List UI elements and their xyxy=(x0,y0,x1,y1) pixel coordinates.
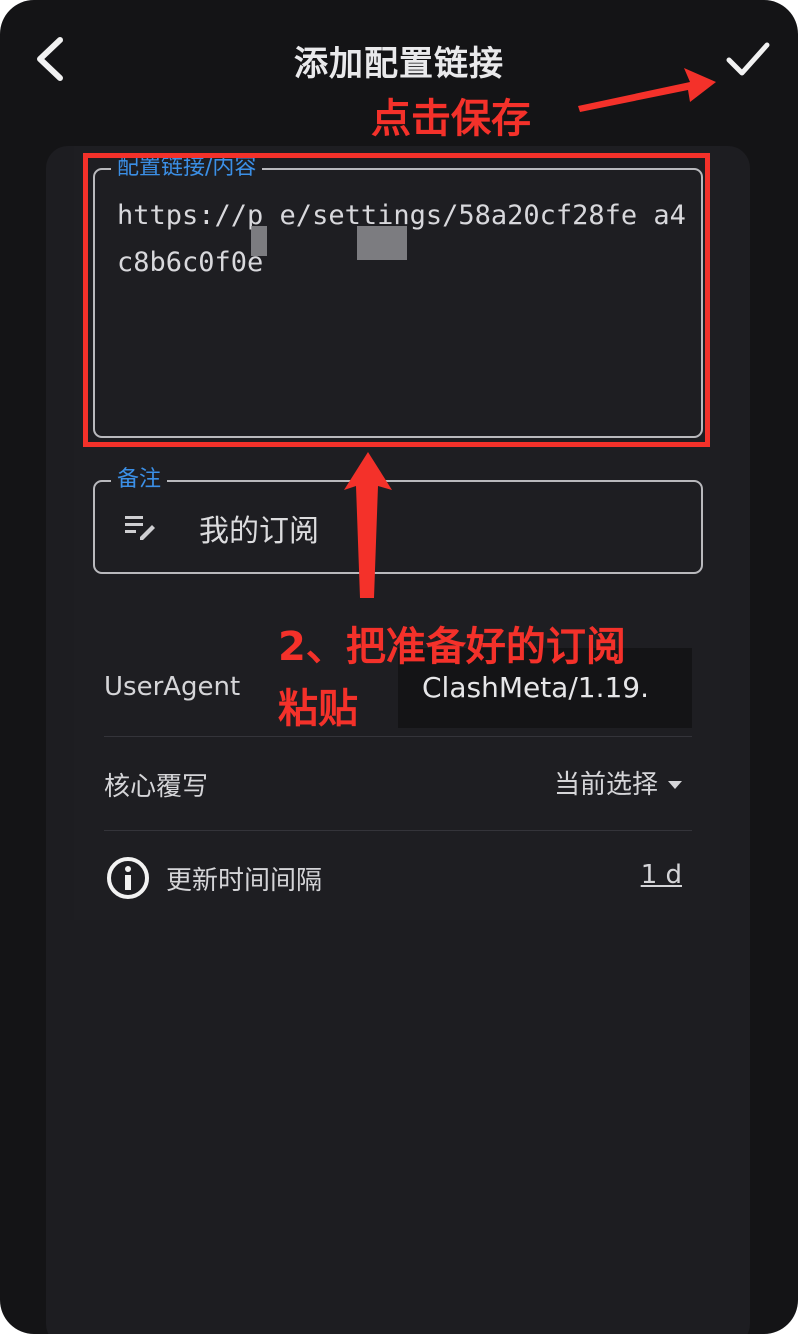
save-annotation: 点击保存 xyxy=(371,96,531,142)
paste-annotation-line1: 2、把准备好的订阅 xyxy=(278,624,626,670)
save-arrow-shape xyxy=(578,68,716,112)
paste-arrow-shape xyxy=(344,452,392,598)
paste-annotation-line2: 粘贴 xyxy=(278,686,358,732)
phone-screen: 添加配置链接 配置链接/内容 https://p e/settings/58a2… xyxy=(0,0,798,1334)
